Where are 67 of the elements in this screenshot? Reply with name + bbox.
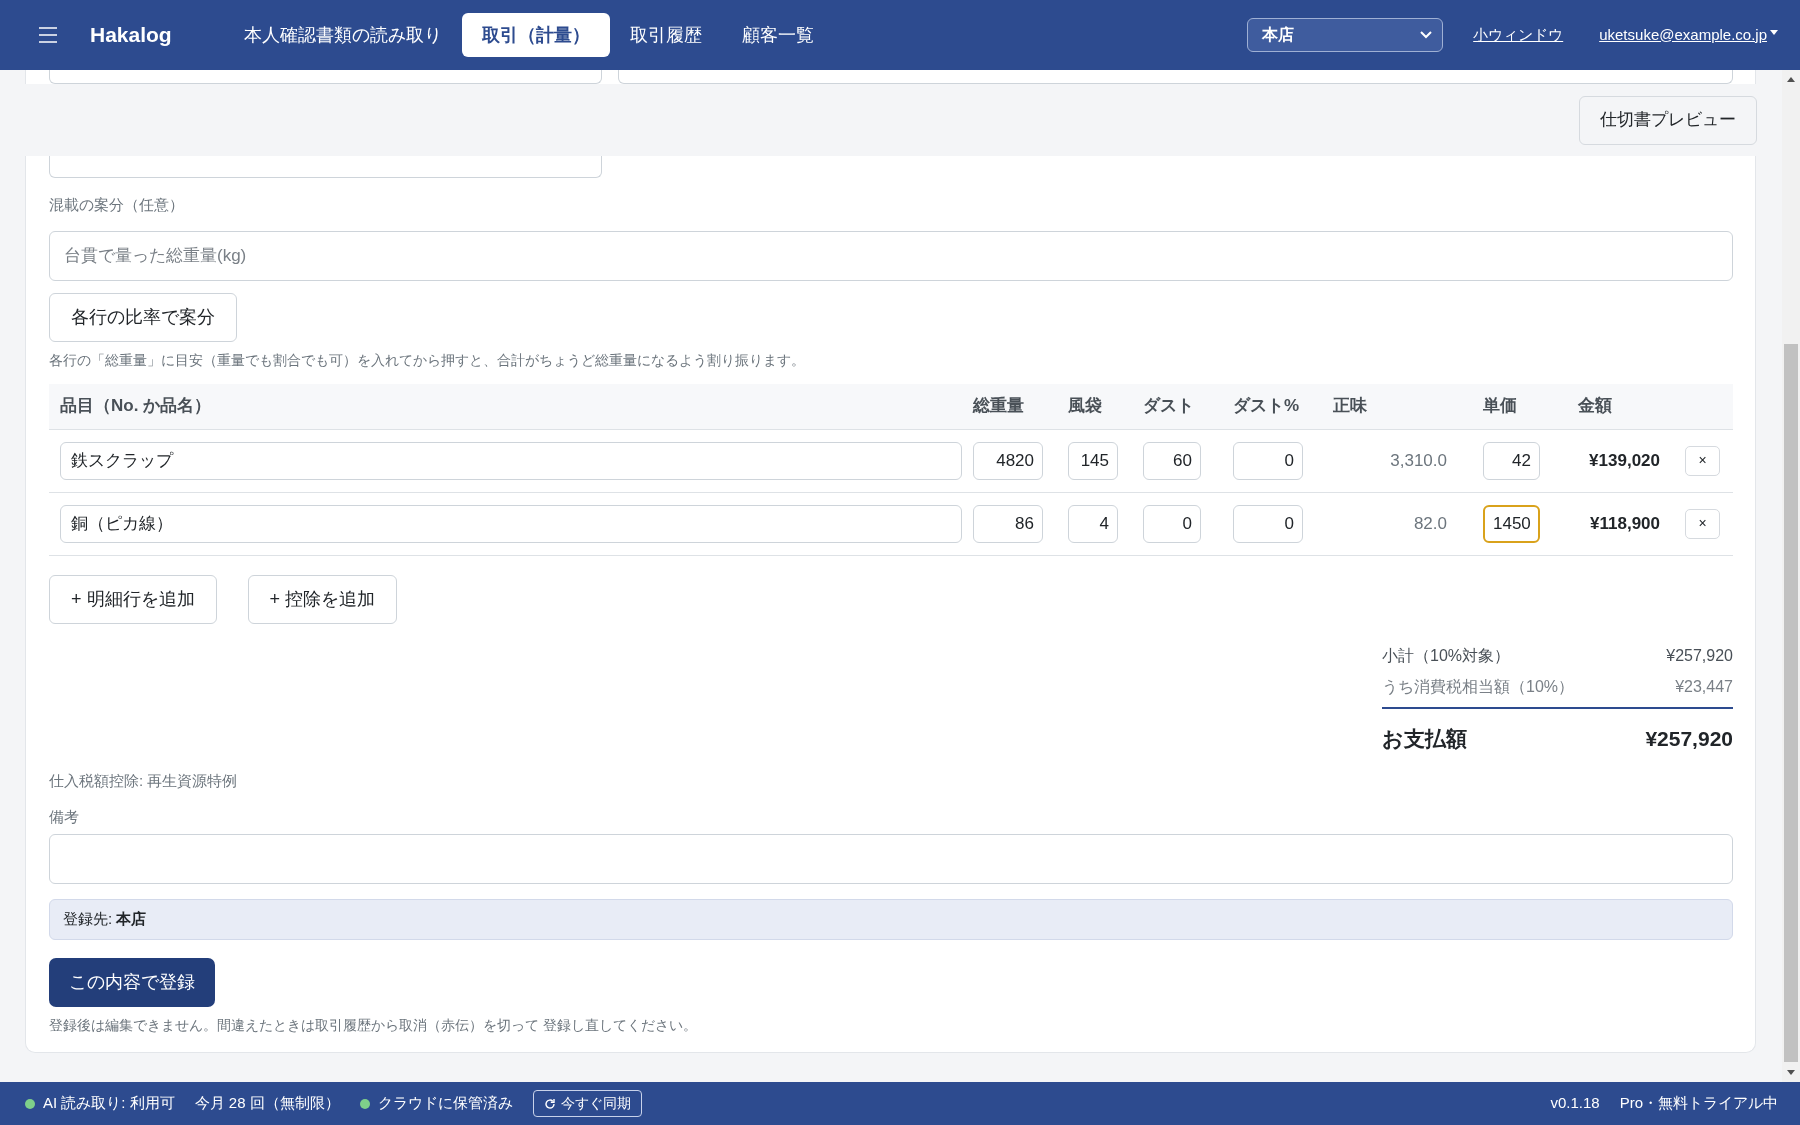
destination-text: 登録先: 本店 <box>63 909 147 930</box>
store-select[interactable]: 本店 <box>1247 18 1444 52</box>
tax-label: うち消費税相当額（10%） <box>1382 676 1575 697</box>
unit-price-field[interactable]: 42 <box>1483 441 1540 480</box>
total-label: お支払額 <box>1382 725 1467 752</box>
tare-field[interactable]: 4 <box>1068 504 1118 543</box>
dust-pct-field[interactable]: 0 <box>1233 504 1303 543</box>
column-header: 総重量 <box>971 395 1025 418</box>
column-header: 金額 <box>1577 395 1613 418</box>
help-text: 登録後は編集できません。間違えたときは取引履歴から取消（赤伝）を切って 登録し直してください。 <box>49 1016 698 1035</box>
dust-field[interactable]: 60 <box>1143 441 1201 480</box>
ai-status-text: AI 読み取り: 利用可 <box>43 1093 175 1114</box>
cloud-status-text: クラウドに保管済み <box>377 1093 513 1114</box>
total-value: ¥257,920 <box>1645 725 1733 752</box>
sync-button[interactable]: 今すぐ同期 <box>532 1090 642 1117</box>
nav-tab[interactable]: 取引履歴 <box>609 13 722 57</box>
refresh-icon <box>543 1097 556 1110</box>
column-header: 品目（No. か品名） <box>59 395 213 418</box>
user-menu-link[interactable]: uketsuke@example.co.jp <box>1599 23 1767 47</box>
mini-window-link[interactable]: 小ウィンドウ <box>1473 23 1564 47</box>
allocate-button[interactable]: 各行の比率で案分 <box>49 292 237 342</box>
amount: ¥118,900 <box>1589 512 1661 535</box>
nav-tab[interactable]: 本人確認書類の読み取り <box>223 13 462 57</box>
scrollbar[interactable] <box>1782 70 1800 1082</box>
nav-tab[interactable]: 顧客一覧 <box>721 13 834 57</box>
scroll-up-icon[interactable] <box>1786 76 1796 84</box>
remarks-field[interactable] <box>49 834 1733 884</box>
dust-field[interactable]: 0 <box>1143 504 1201 543</box>
tax-note: 仕入税額控除: 再生資源特例 <box>49 771 239 791</box>
net-weight: 82.0 <box>1412 512 1448 535</box>
net-weight: 3,310.0 <box>1389 449 1448 472</box>
column-header: ダスト% <box>1232 395 1301 418</box>
remove-button[interactable]: × <box>1685 508 1720 539</box>
gross-field[interactable]: 86 <box>973 504 1043 543</box>
usage-text: 今月 28 回（無制限） <box>194 1093 340 1114</box>
tare-field[interactable]: 145 <box>1068 441 1118 480</box>
tax-value: ¥23,447 <box>1675 676 1733 697</box>
column-header: 単価 <box>1482 395 1518 418</box>
dust-pct-field[interactable]: 0 <box>1233 441 1303 480</box>
register-button[interactable]: この内容で登録 <box>49 958 215 1007</box>
select-field[interactable] <box>49 156 602 178</box>
column-header: 風袋 <box>1067 395 1103 418</box>
version-text: v0.1.18 <box>1550 1093 1600 1114</box>
help-text: 各行の「総重量」に目安（重量でも割合でも可）を入れてから押すと、合計がちょうど総重量になるよう割り振ります。 <box>49 350 806 370</box>
add-button[interactable]: + 明細行を追加 <box>49 574 217 624</box>
field-label: 混載の案分（任意） <box>49 195 185 215</box>
chevron-down-icon <box>1420 31 1433 39</box>
column-header: ダスト <box>1142 395 1195 418</box>
app-logo[interactable]: Hakalog <box>90 19 172 51</box>
item-field[interactable]: 鉄スクラップ <box>60 441 962 480</box>
amount: ¥139,020 <box>1588 449 1661 472</box>
field-label: 備考 <box>49 806 80 827</box>
subtotal-value: ¥257,920 <box>1666 645 1733 666</box>
item-field[interactable]: 銅（ピカ線） <box>60 504 962 543</box>
scroll-down-icon[interactable] <box>1786 1068 1796 1076</box>
add-button[interactable]: + 控除を追加 <box>247 574 398 624</box>
remove-button[interactable]: × <box>1685 445 1720 476</box>
gross-field[interactable]: 4820 <box>973 441 1043 480</box>
caret-down-icon <box>1770 29 1778 35</box>
total-weight-field[interactable]: 台貫で量った総重量(kg) <box>49 230 1733 281</box>
nav-tab[interactable]: 取引（計量） <box>461 13 610 57</box>
preview-button[interactable]: 仕切書プレビュー <box>1579 95 1757 145</box>
subtotal-label: 小計（10%対象） <box>1382 645 1511 666</box>
unit-price-field[interactable]: 1450 <box>1483 504 1540 543</box>
plan-text: Pro・無料トライアル中 <box>1619 1093 1778 1114</box>
column-header: 正味 <box>1332 395 1368 418</box>
menu-icon[interactable] <box>38 26 58 44</box>
